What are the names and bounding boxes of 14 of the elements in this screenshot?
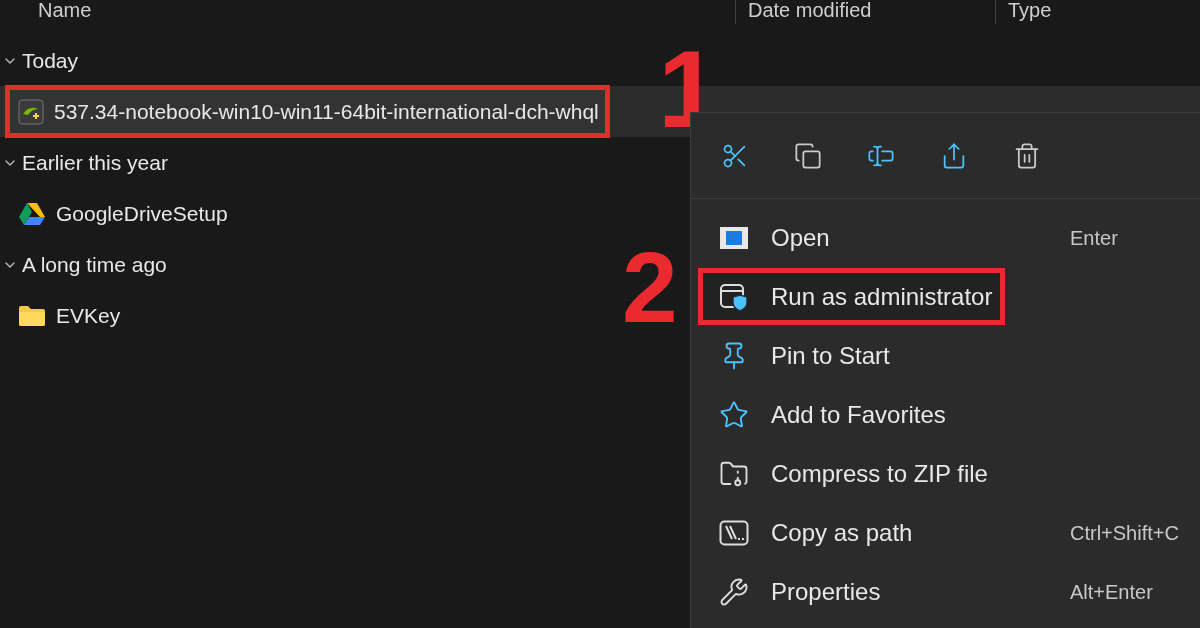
menu-label: Pin to Start [771, 340, 890, 371]
shortcut-text: Enter [1070, 225, 1119, 251]
file-name: GoogleDriveSetup [56, 200, 228, 227]
menu-label: Copy as path [771, 517, 913, 548]
menu-label: Properties [771, 576, 881, 607]
menu-label: Add to Favorites [771, 399, 946, 430]
menu-label: Open [771, 222, 830, 253]
file-name: EVKey [56, 302, 121, 329]
menu-label: Compress to ZIP file [771, 458, 988, 489]
file-name: 537.34-notebook-win10-win11-64bit-international-dch-whql [54, 98, 599, 125]
shortcut-text: Alt+Enter [1070, 579, 1154, 605]
menu-label: Run as administrator [771, 281, 993, 312]
shortcut-text: Ctrl+Shift+C [1070, 520, 1180, 546]
step-number: 2 [622, 237, 678, 337]
